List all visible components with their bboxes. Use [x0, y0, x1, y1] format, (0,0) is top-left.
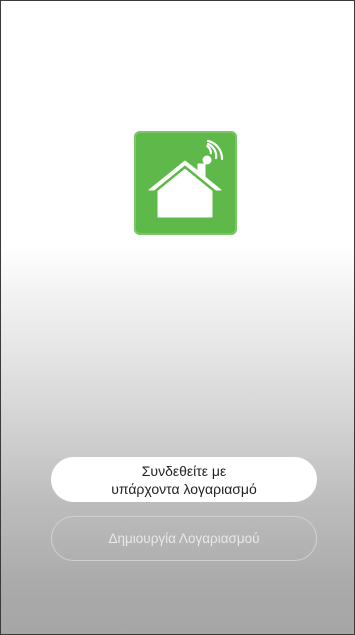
smart-home-icon — [148, 139, 224, 218]
create-account-button[interactable]: Δημιουργία Λογαριασμού — [51, 516, 317, 561]
app-logo — [134, 131, 237, 235]
login-existing-account-button[interactable]: Συνδεθείτε με υπάρχοντα λογαριασμό — [51, 457, 317, 502]
welcome-screen: Συνδεθείτε με υπάρχοντα λογαριασμό Δημιο… — [0, 0, 355, 635]
